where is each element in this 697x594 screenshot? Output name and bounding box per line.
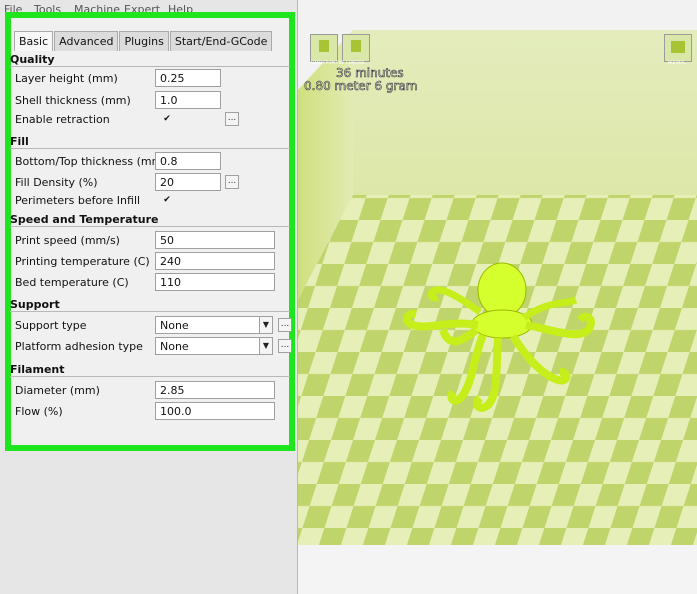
divider [10,376,290,377]
support-type-select[interactable]: None [155,316,260,334]
divider [10,148,290,149]
fill-density-input[interactable]: 20 [155,173,221,191]
control-label: CONTROL [346,60,366,65]
bottom-top-input[interactable]: 0.8 [155,152,221,170]
adhesion-options-button[interactable]: ... [278,339,292,353]
control-button[interactable] [342,34,370,62]
control-icon [351,40,361,52]
chevron-down-icon[interactable]: ▼ [259,337,273,355]
print-speed-label: Print speed (mm/s) [15,234,120,247]
flow-label: Flow (%) [15,405,63,418]
fill-density-label: Fill Density (%) [15,176,98,189]
fill-options-button[interactable]: ... [225,175,239,189]
printing-temp-label: Printing temperature (C) [15,255,150,268]
view-mode-button[interactable] [664,34,692,62]
section-support: Support [10,298,60,311]
enable-retraction-label: Enable retraction [15,113,110,126]
chevron-down-icon[interactable]: ▼ [259,316,273,334]
diameter-label: Diameter (mm) [15,384,100,397]
adhesion-select[interactable]: None [155,337,260,355]
perimeters-label: Perimeters before Infill [15,194,141,207]
bottom-top-label: Bottom/Top thickness (mm) [15,155,167,168]
printing-temp-input[interactable]: 240 [155,252,275,270]
divider [10,66,290,67]
shell-thickness-label: Shell thickness (mm) [15,94,131,107]
enable-retraction-checkbox[interactable]: ✔ [162,114,172,124]
retraction-options-button[interactable]: ... [225,112,239,126]
load-icon [319,40,329,52]
shell-thickness-input[interactable]: 1.0 [155,91,221,109]
support-type-label: Support type [15,319,87,332]
layer-height-label: Layer height (mm) [15,72,118,85]
adhesion-label: Platform adhesion type [15,340,143,353]
view-mode-icon [671,41,685,53]
3d-viewport[interactable]: LOAD FROM FILE CONTROL NORMAL 36 minutes… [298,0,697,594]
settings-content: Quality Layer height (mm) 0.25 Shell thi… [0,0,297,451]
load-file-button[interactable] [310,34,338,62]
material-usage-text: 0.80 meter 6 gram [304,79,418,94]
diameter-input[interactable]: 2.85 [155,381,275,399]
perimeters-checkbox[interactable]: ✔ [162,195,172,205]
divider [10,311,290,312]
print-speed-input[interactable]: 50 [155,231,275,249]
layer-height-input[interactable]: 0.25 [155,69,221,87]
flow-input[interactable]: 100.0 [155,402,275,420]
view-mode-label: NORMAL [668,60,686,65]
support-options-button[interactable]: ... [278,318,292,332]
print-time-text: 36 minutes [336,66,404,81]
divider [10,226,290,227]
bed-temp-label: Bed temperature (C) [15,276,129,289]
bed-temp-input[interactable]: 110 [155,273,275,291]
section-quality: Quality [10,53,55,66]
section-fill: Fill [10,135,29,148]
section-speed-temperature: Speed and Temperature [10,213,159,226]
load-file-label: LOAD FROM FILE [311,60,345,65]
section-filament: Filament [10,363,65,376]
